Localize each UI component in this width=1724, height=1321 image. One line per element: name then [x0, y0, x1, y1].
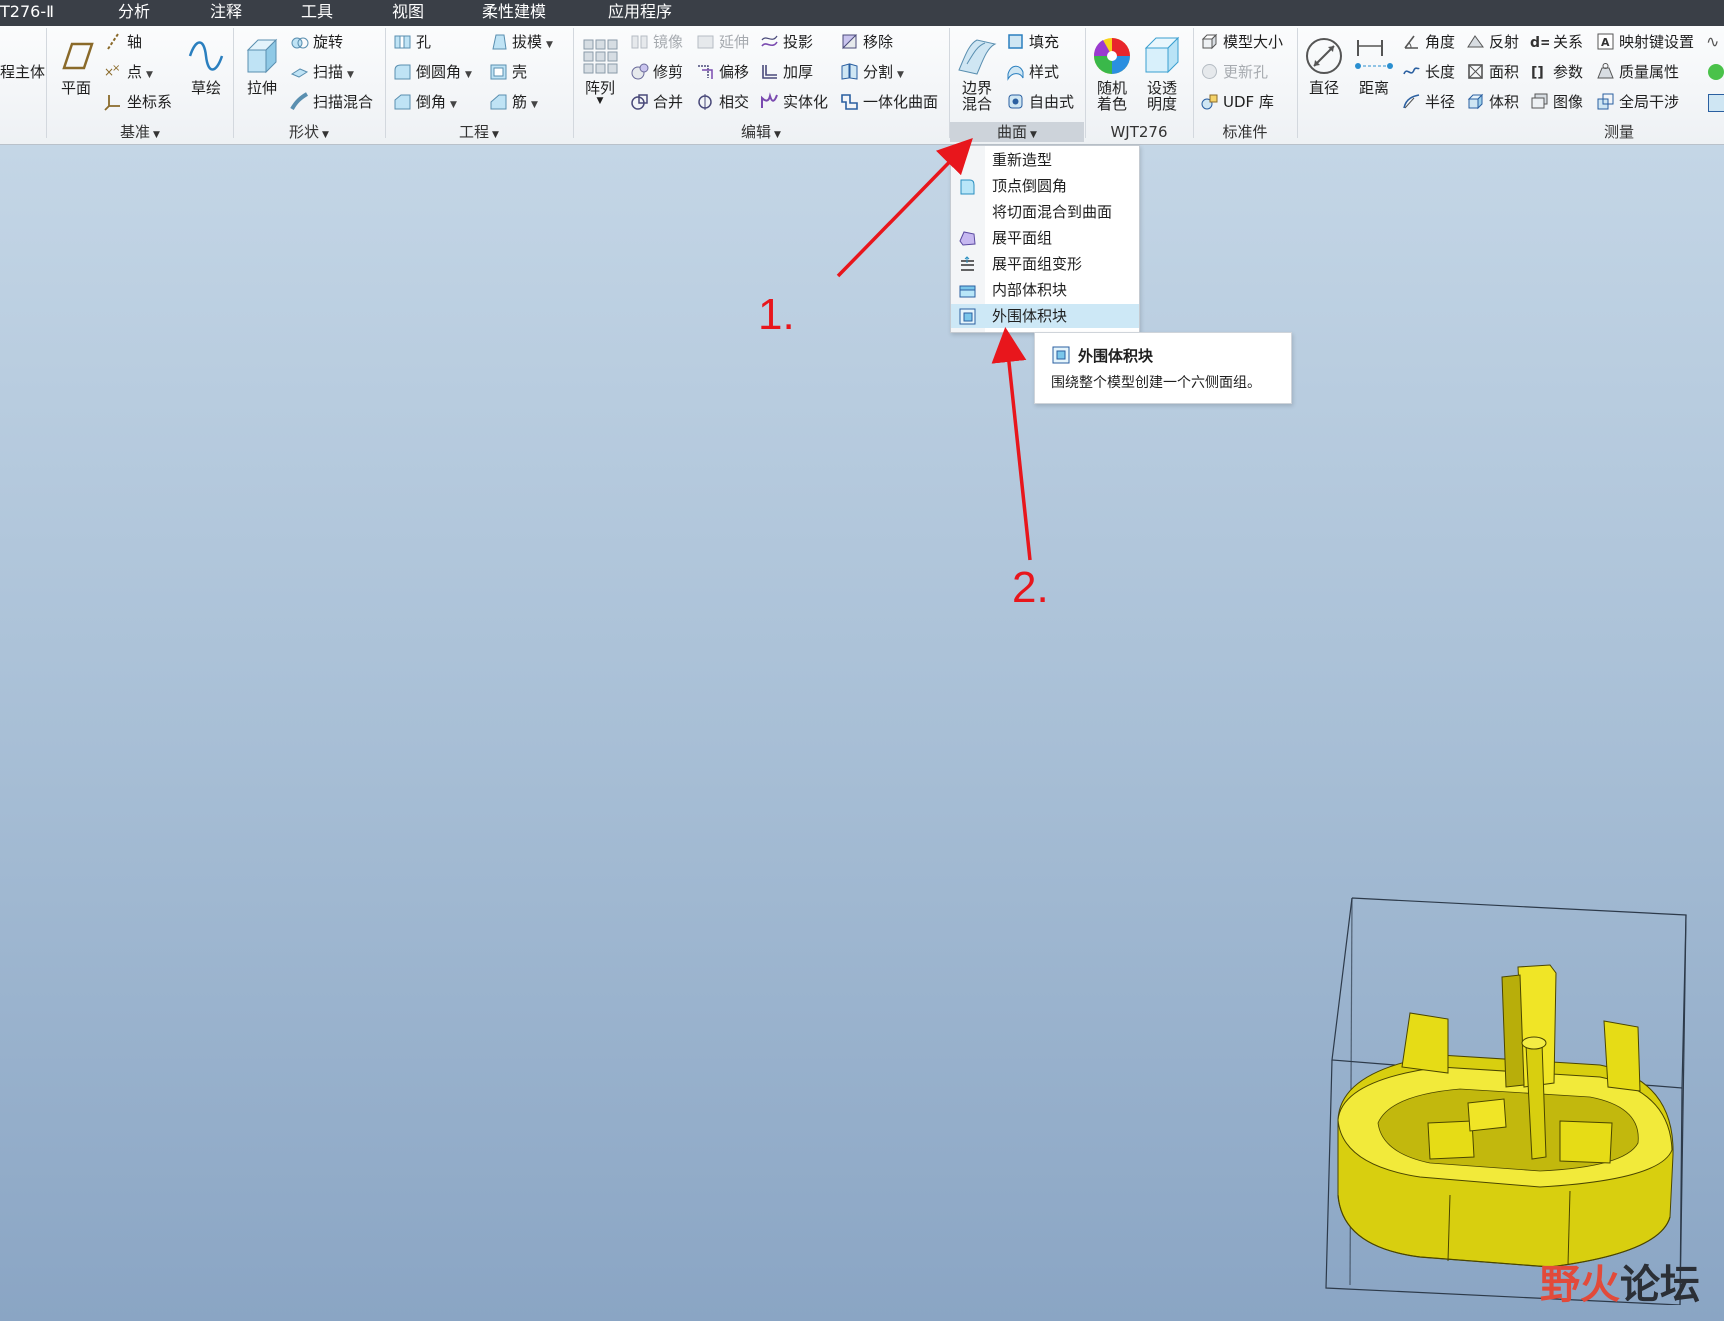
- watermark-logo: 野火论坛: [1540, 1262, 1700, 1308]
- step-2-label: 2.: [1012, 563, 1049, 612]
- arrow-to-surfaces-group: [836, 137, 973, 278]
- annotation-arrows: [836, 137, 1032, 561]
- arrow-to-external-volume: [991, 327, 1032, 561]
- step-1-label: 1.: [758, 290, 795, 339]
